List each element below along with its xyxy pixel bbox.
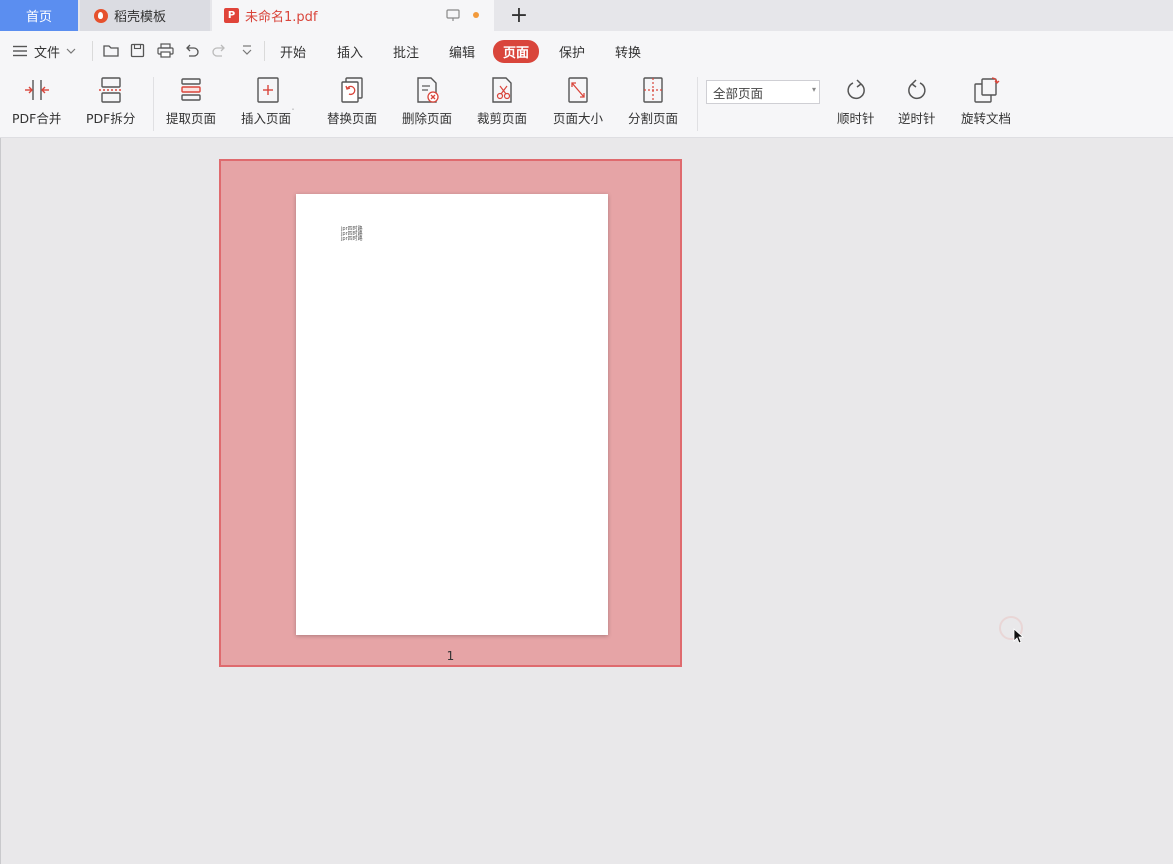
- divide-page-button[interactable]: 分割页面: [628, 75, 678, 127]
- menu-tab-convert[interactable]: 转换: [615, 42, 641, 61]
- save-icon[interactable]: [130, 43, 145, 58]
- merge-icon: [24, 80, 49, 100]
- hamburger-icon: [13, 45, 27, 57]
- insert-page-label: 插入页面˙: [241, 108, 296, 126]
- pdf-merge-button[interactable]: PDF合并: [12, 75, 61, 127]
- tab-bar: 首页 稻壳模板 P 未命名1.pdf +: [0, 0, 1173, 32]
- rotate-clockwise-button[interactable]: 顺时针: [837, 75, 875, 127]
- pdf-merge-label: PDF合并: [12, 111, 62, 126]
- rotate-document-button[interactable]: 旋转文档: [961, 75, 1011, 127]
- pdf-icon: P: [224, 8, 239, 23]
- page-number: 1: [446, 649, 455, 663]
- rotate-document-label: 旋转文档: [961, 111, 1012, 126]
- replace-page-button[interactable]: 替换页面: [327, 75, 377, 127]
- page-thumbnail-selected[interactable]: jpr四时路 jpr四时路 jpr四时路 1: [219, 159, 682, 667]
- rotate-counterclockwise-label: 逆时针: [898, 111, 936, 126]
- pdf-split-button[interactable]: PDF拆分: [86, 75, 135, 127]
- menu-bar: 文件 开始 插入 批注 编辑 页面 保护 转换: [0, 31, 1173, 71]
- crop-page-label: 裁剪页面: [477, 111, 528, 126]
- menu-tab-page[interactable]: 页面: [493, 40, 540, 63]
- page-range-value: 全部页面: [713, 85, 764, 101]
- divider: [697, 77, 698, 131]
- unsaved-dot: [473, 12, 479, 18]
- rotate-clockwise-label: 顺时针: [837, 111, 875, 126]
- workspace-edge: [0, 138, 1, 864]
- chevron-down-icon: [66, 48, 76, 54]
- delete-page-label: 删除页面: [402, 111, 453, 126]
- replace-page-label: 替换页面: [327, 111, 378, 126]
- extract-page-label: 提取页面: [166, 111, 217, 126]
- crop-page-button[interactable]: 裁剪页面: [477, 75, 527, 127]
- menu-tab-start[interactable]: 开始: [280, 42, 306, 61]
- divider: [153, 77, 154, 131]
- file-menu[interactable]: 文件: [12, 42, 76, 61]
- ribbon-toolbar: PDF合并 PDF拆分 提取页面 插入页面˙ 替换页面 删除页面 裁剪页面 页面…: [0, 71, 1173, 138]
- menu-tab-insert[interactable]: 插入: [337, 42, 363, 61]
- monitor-icon[interactable]: [446, 9, 460, 22]
- customize-toolbar-icon[interactable]: [241, 43, 253, 58]
- page-size-icon: [568, 77, 588, 103]
- rotate-clockwise-icon: [847, 79, 865, 100]
- tab-document-label: 未命名1.pdf: [245, 10, 318, 25]
- delete-page-button[interactable]: 删除页面: [402, 75, 452, 127]
- divider: [264, 41, 265, 61]
- insert-page-button[interactable]: 插入页面˙: [241, 75, 295, 127]
- page-size-button[interactable]: 页面大小: [553, 75, 603, 127]
- chevron-down-icon: ▾: [811, 85, 816, 94]
- flame-icon: [94, 8, 108, 23]
- file-menu-label: 文件: [34, 45, 61, 61]
- split-icon: [98, 77, 123, 103]
- page-text-line: jpr四时路: [341, 236, 363, 242]
- page-preview[interactable]: jpr四时路 jpr四时路 jpr四时路: [296, 194, 608, 635]
- redo-icon[interactable]: [212, 43, 227, 58]
- new-tab-button[interactable]: +: [506, 0, 532, 31]
- rotate-counterclockwise-icon: [907, 79, 926, 100]
- undo-icon[interactable]: [184, 43, 199, 58]
- pdf-split-label: PDF拆分: [86, 111, 136, 126]
- divide-page-label: 分割页面: [628, 111, 679, 126]
- page-size-label: 页面大小: [553, 111, 604, 126]
- extract-page-button[interactable]: 提取页面: [166, 75, 216, 127]
- tab-template[interactable]: 稻壳模板: [80, 0, 210, 31]
- open-folder-icon[interactable]: [103, 43, 120, 58]
- menu-tab-annotate[interactable]: 批注: [393, 42, 419, 61]
- menu-tab-edit[interactable]: 编辑: [449, 42, 475, 61]
- replace-page-icon: [341, 77, 363, 103]
- print-icon[interactable]: [157, 43, 174, 58]
- tab-template-label: 稻壳模板: [114, 10, 167, 25]
- page-range-select[interactable]: 全部页面 ▾: [706, 80, 820, 104]
- rotate-document-icon: [974, 77, 1000, 103]
- scissors-icon: [492, 77, 512, 103]
- divide-page-icon: [643, 77, 663, 103]
- extract-page-icon: [181, 78, 201, 101]
- menu-tab-protect[interactable]: 保护: [559, 42, 585, 61]
- delete-page-icon: [417, 77, 439, 103]
- tab-document[interactable]: P 未命名1.pdf: [212, 0, 494, 31]
- tab-home[interactable]: 首页: [0, 0, 78, 31]
- plus-icon: +: [509, 3, 529, 28]
- rotate-counterclockwise-button[interactable]: 逆时针: [898, 75, 936, 127]
- divider: [92, 41, 93, 61]
- insert-page-icon: [257, 77, 279, 103]
- mouse-cursor-icon: [1013, 628, 1025, 644]
- tab-home-label: 首页: [25, 10, 52, 25]
